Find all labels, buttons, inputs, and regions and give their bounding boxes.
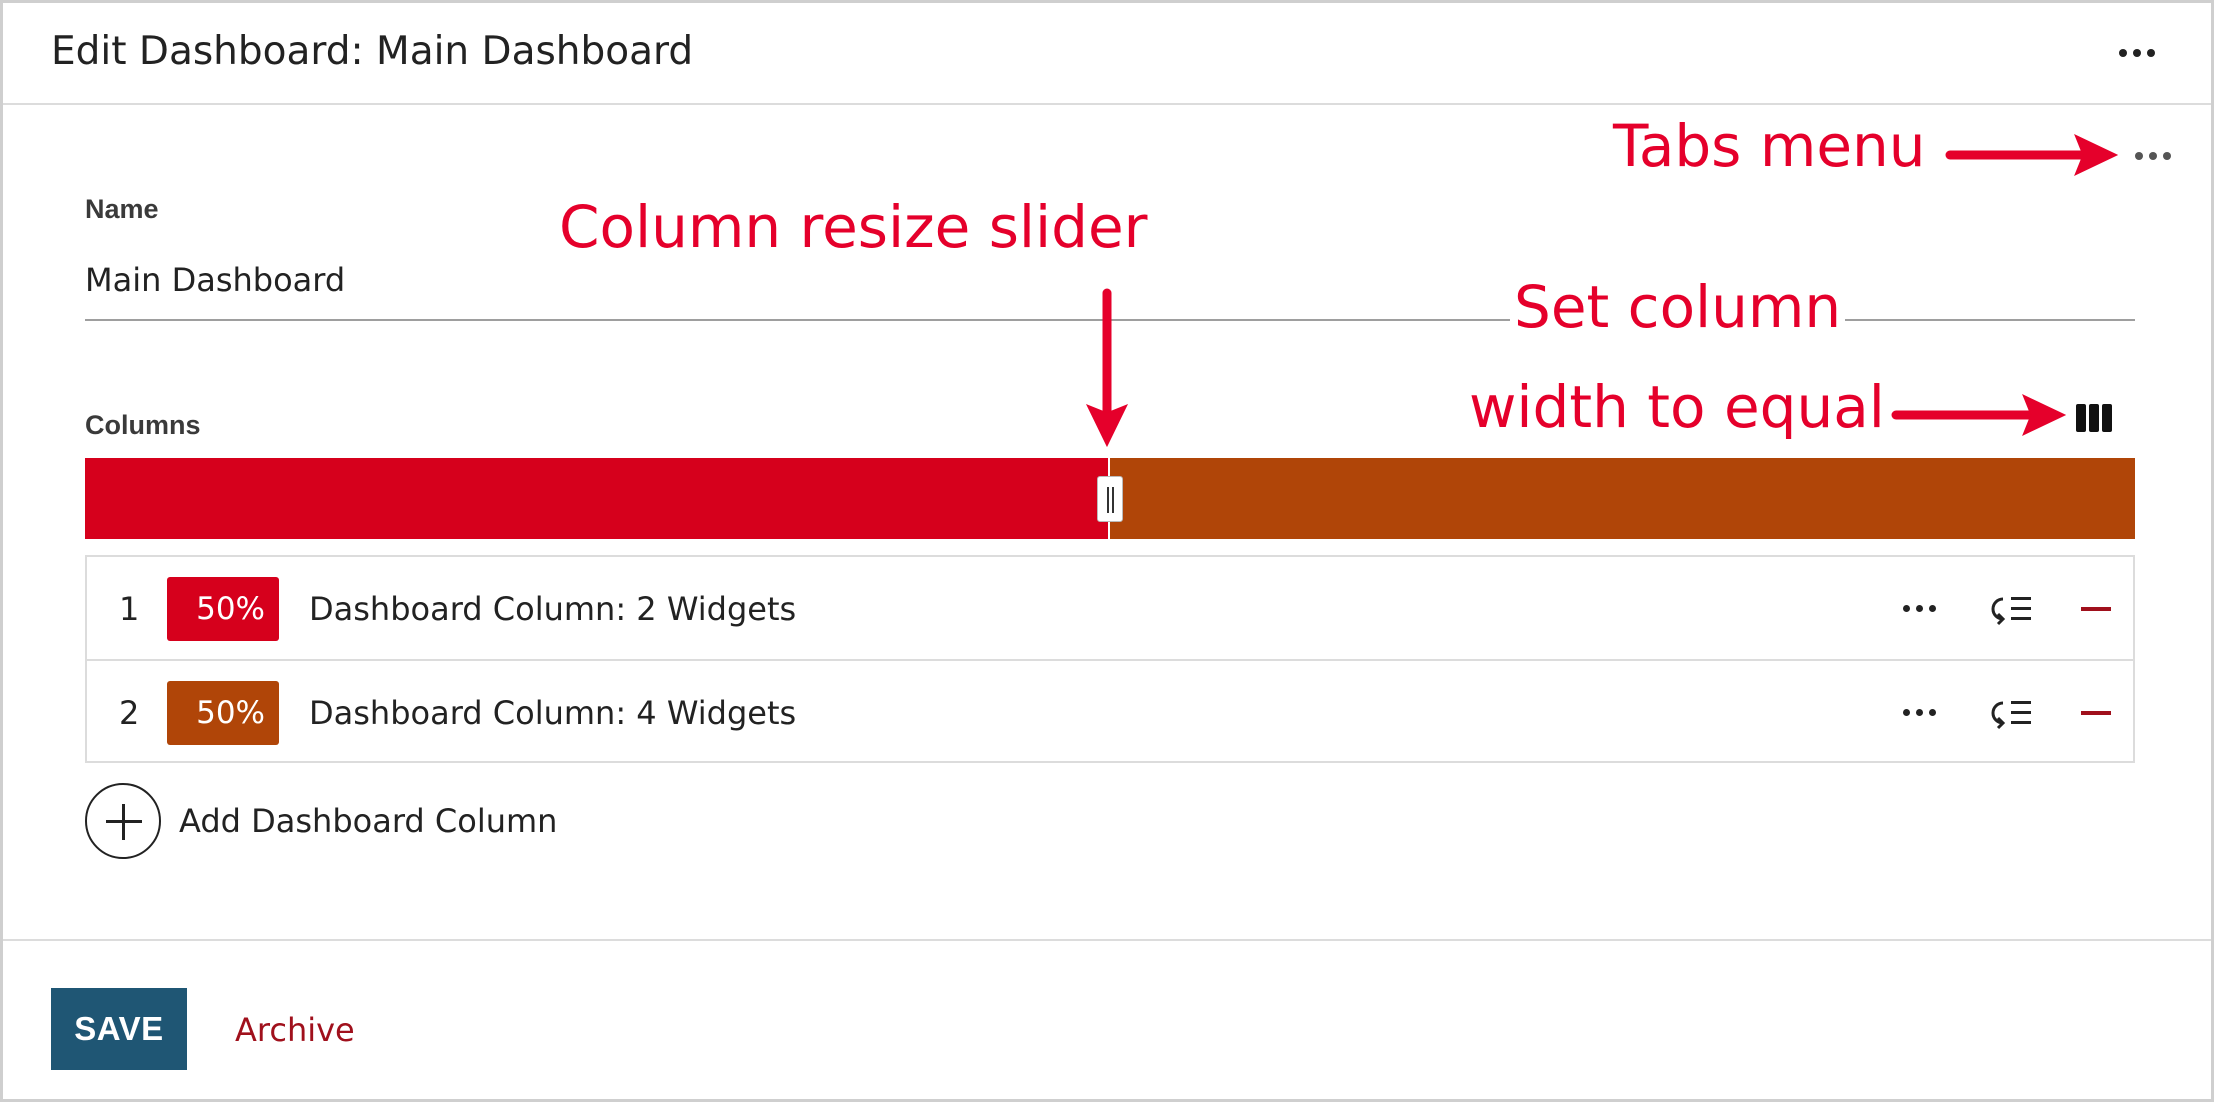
column-more-icon[interactable] (1903, 605, 1936, 612)
column-percent-input[interactable]: 50% (167, 577, 279, 641)
annotation-tabs-menu: Tabs menu (1613, 112, 1926, 180)
footer-divider (3, 939, 2211, 941)
plus-circle-icon[interactable] (85, 783, 161, 859)
columns-equal-icon[interactable] (2076, 404, 2112, 432)
columns-list: 1 50% Dashboard Column: 2 Widgets 2 50% … (85, 555, 2135, 763)
annotation-resize-slider: Column resize slider (559, 193, 1148, 261)
reorder-icon[interactable] (1989, 592, 2033, 626)
save-button[interactable]: SAVE (51, 988, 187, 1070)
list-item: 2 50% Dashboard Column: 4 Widgets (87, 661, 2133, 763)
remove-column-icon[interactable] (2081, 711, 2111, 715)
column-percent-input[interactable]: 50% (167, 681, 279, 745)
slider-segment-1 (85, 458, 1110, 539)
list-item: 1 50% Dashboard Column: 2 Widgets (87, 557, 2133, 661)
page-title: Edit Dashboard: Main Dashboard (51, 29, 694, 74)
column-more-icon[interactable] (1903, 709, 1936, 716)
add-column-button[interactable]: Add Dashboard Column (85, 781, 557, 861)
slider-handle[interactable] (1097, 476, 1123, 522)
column-label: Dashboard Column: 4 Widgets (309, 694, 797, 732)
add-column-label: Add Dashboard Column (179, 802, 558, 840)
column-index: 1 (119, 590, 140, 628)
name-label: Name (85, 194, 159, 224)
panel-header: Edit Dashboard: Main Dashboard (3, 3, 2211, 105)
tabs-menu-icon[interactable] (2135, 152, 2171, 160)
annotation-equal-line1: Set column (1510, 273, 1846, 341)
slider-segment-2 (1110, 458, 2135, 539)
column-label: Dashboard Column: 2 Widgets (309, 590, 797, 628)
name-input[interactable]: Main Dashboard (85, 261, 345, 299)
annotation-equal-line2: width to equal (1469, 373, 1885, 441)
archive-link[interactable]: Archive (235, 1011, 355, 1049)
reorder-icon[interactable] (1989, 696, 2033, 730)
column-index: 2 (119, 694, 140, 732)
header-more-icon[interactable] (2119, 49, 2155, 57)
column-resize-slider[interactable] (85, 458, 2135, 539)
columns-label: Columns (85, 410, 201, 440)
remove-column-icon[interactable] (2081, 607, 2111, 611)
